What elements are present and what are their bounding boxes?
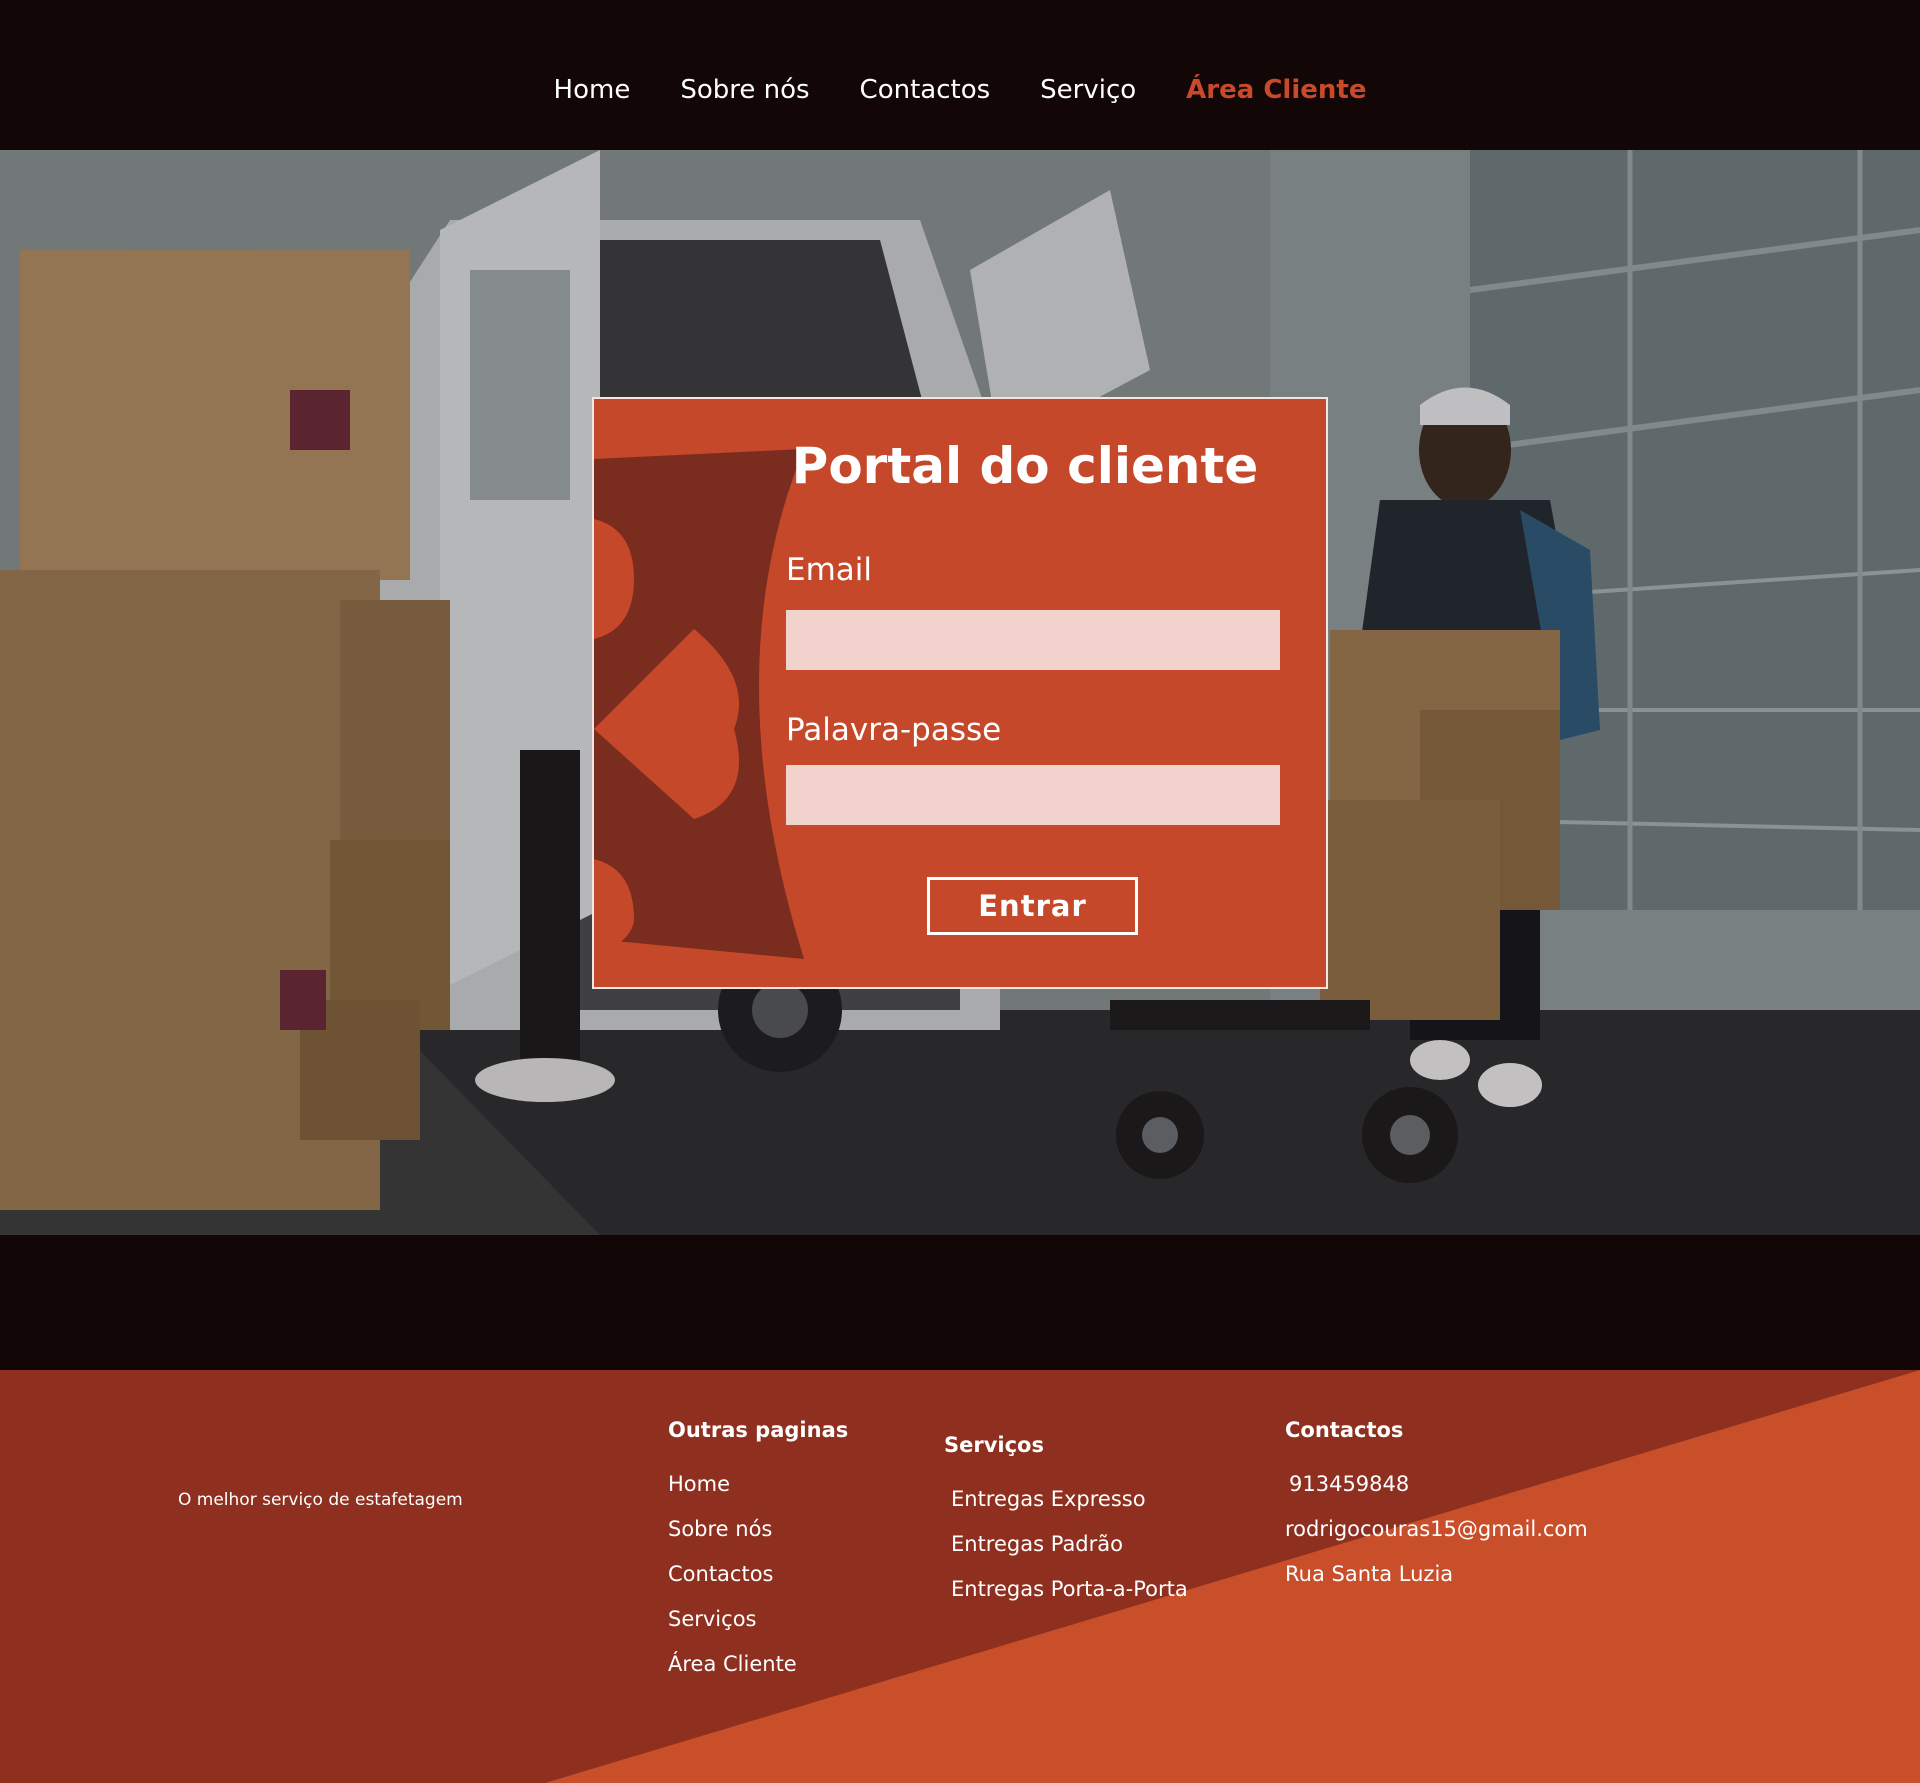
footer-contacts-title: Contactos [1285, 1418, 1404, 1442]
login-submit-button[interactable]: Entrar [927, 877, 1138, 935]
login-card: Portal do cliente Email Palavra-passe En… [592, 397, 1328, 989]
footer-phone: 913459848 [1289, 1472, 1410, 1496]
footer-contacts-column: Contactos 913459848 rodrigocouras15@gmai… [1285, 1418, 1588, 1586]
password-input[interactable] [786, 765, 1280, 825]
footer-link-home[interactable]: Home [668, 1472, 848, 1496]
email-label: Email [786, 552, 873, 588]
footer-services-title: Serviços [944, 1433, 1044, 1457]
nav-service[interactable]: Serviço [1040, 75, 1136, 105]
footer-service-express[interactable]: Entregas Expresso [951, 1487, 1188, 1511]
footer-pages-title: Outras paginas [668, 1418, 849, 1442]
footer-pages-column: Outras paginas Home Sobre nós Contactos … [668, 1418, 848, 1676]
login-title: Portal do cliente [791, 437, 1259, 495]
footer-link-client-area[interactable]: Área Cliente [668, 1652, 848, 1676]
nav-home[interactable]: Home [554, 75, 631, 105]
top-nav: Home Sobre nós Contactos Serviço Área Cl… [0, 0, 1920, 150]
nav-client-area[interactable]: Área Cliente [1186, 75, 1366, 105]
footer-email[interactable]: rodrigocouras15@gmail.com [1285, 1517, 1588, 1541]
footer-service-door-to-door[interactable]: Entregas Porta-a-Porta [951, 1577, 1188, 1601]
email-input[interactable] [786, 610, 1280, 670]
hero-image: Portal do cliente Email Palavra-passe En… [0, 150, 1920, 1235]
nav-contacts[interactable]: Contactos [860, 75, 991, 105]
footer-link-about[interactable]: Sobre nós [668, 1517, 848, 1541]
footer-address: Rua Santa Luzia [1285, 1562, 1454, 1586]
footer-link-contacts[interactable]: Contactos [668, 1562, 848, 1586]
footer-tagline: O melhor serviço de estafetagem [178, 1490, 463, 1510]
footer-service-standard[interactable]: Entregas Padrão [951, 1532, 1188, 1556]
footer: O melhor serviço de estafetagem Outras p… [0, 1370, 1920, 1783]
footer-link-services[interactable]: Serviços [668, 1607, 848, 1631]
nav-about[interactable]: Sobre nós [680, 75, 809, 105]
footer-services-column: Serviços Entregas Expresso Entregas Padr… [944, 1433, 1188, 1601]
password-label: Palavra-passe [786, 712, 1002, 748]
